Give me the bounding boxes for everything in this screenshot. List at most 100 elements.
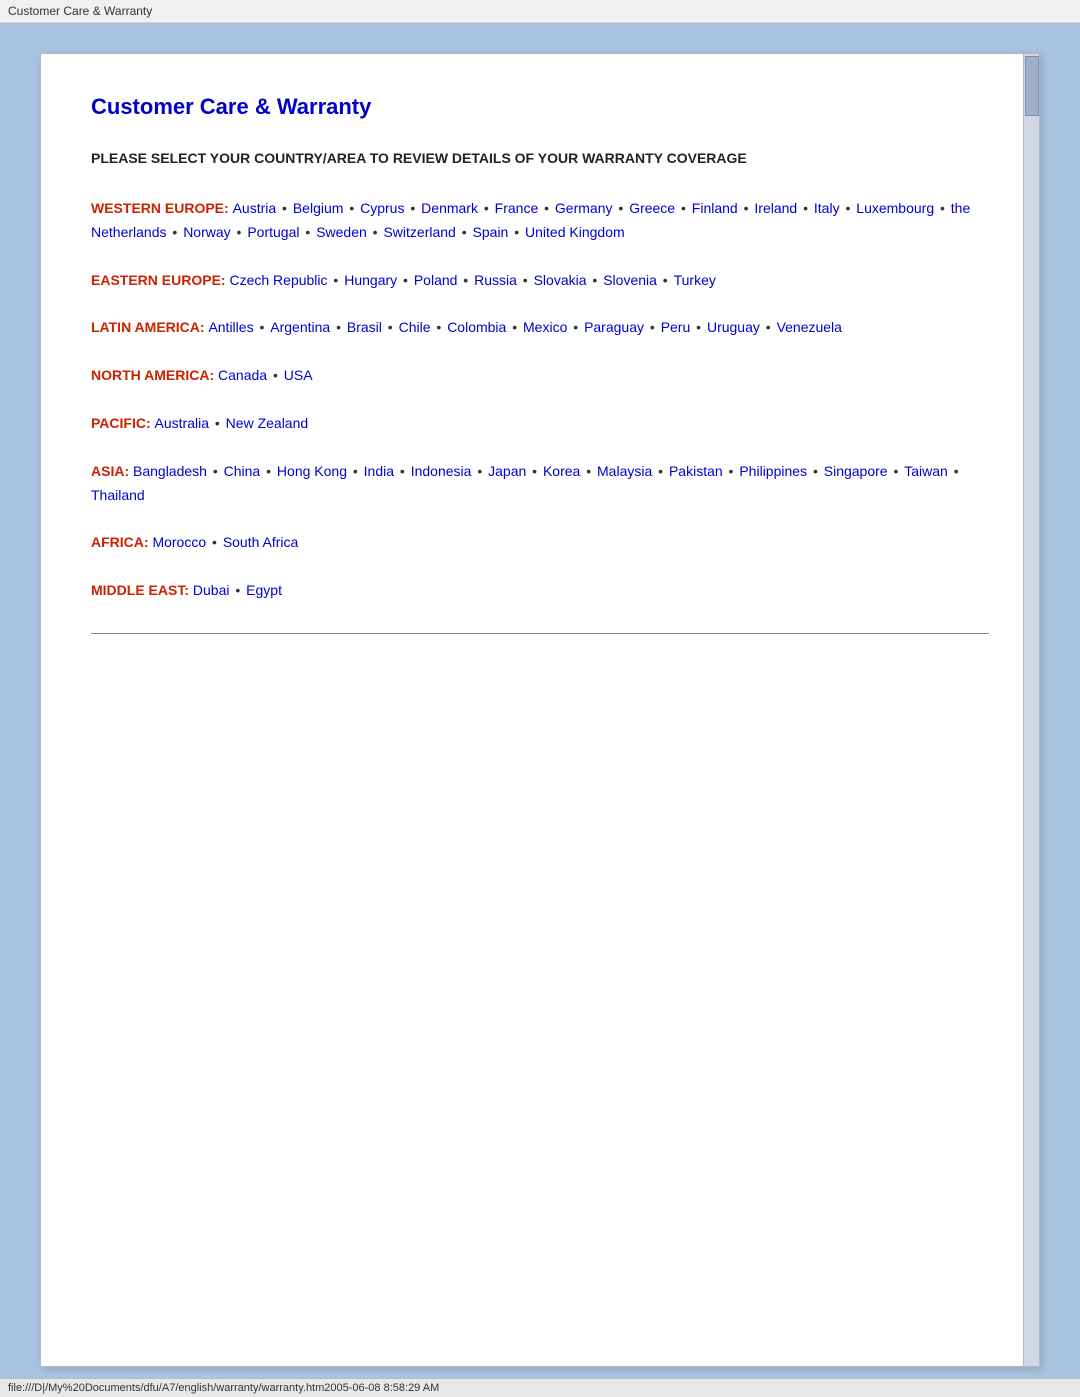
region-asia: ASIA: Bangladesh • China • Hong Kong • I… [91,460,989,508]
country-link-chile[interactable]: Chile [399,319,431,335]
country-link-denmark[interactable]: Denmark [421,200,478,216]
region-label-eastern-europe: EASTERN EUROPE: [91,272,229,288]
country-link-united-kingdom[interactable]: United Kingdom [525,224,625,240]
country-link-india[interactable]: India [364,463,394,479]
country-link-malaysia[interactable]: Malaysia [597,463,652,479]
country-link-portugal[interactable]: Portugal [247,224,299,240]
region-pacific: PACIFIC: Australia • New Zealand [91,412,989,436]
bullet-separator: • [582,463,595,479]
bullet-separator: • [480,200,493,216]
status-bar: file:///D|/My%20Documents/dfu/A7/english… [0,1378,1080,1397]
country-link-turkey[interactable]: Turkey [674,272,716,288]
bullet-separator: • [345,200,358,216]
region-eastern-europe: EASTERN EUROPE: Czech Republic • Hungary… [91,269,989,293]
country-link-thailand[interactable]: Thailand [91,487,145,503]
page-subtitle: PLEASE SELECT YOUR COUNTRY/AREA TO REVIE… [91,148,989,169]
country-link-australia[interactable]: Australia [155,415,209,431]
bullet-separator: • [842,200,855,216]
country-link-venezuela[interactable]: Venezuela [777,319,842,335]
country-link-slovakia[interactable]: Slovakia [534,272,587,288]
country-link-brasil[interactable]: Brasil [347,319,382,335]
bullet-separator: • [692,319,705,335]
bullet-separator: • [589,272,602,288]
country-link-pakistan[interactable]: Pakistan [669,463,723,479]
country-link-switzerland[interactable]: Switzerland [383,224,455,240]
country-link-czech-republic[interactable]: Czech Republic [229,272,327,288]
scrollbar-thumb[interactable] [1025,56,1039,116]
country-link-mexico[interactable]: Mexico [523,319,567,335]
bullet-separator: • [433,319,446,335]
country-link-russia[interactable]: Russia [474,272,517,288]
country-link-bangladesh[interactable]: Bangladesh [133,463,207,479]
country-link-morocco[interactable]: Morocco [152,534,206,550]
bullet-separator: • [677,200,690,216]
country-link-singapore[interactable]: Singapore [824,463,888,479]
bullet-separator: • [510,224,523,240]
country-link-belgium[interactable]: Belgium [293,200,344,216]
country-link-dubai[interactable]: Dubai [193,582,230,598]
country-link-spain[interactable]: Spain [473,224,509,240]
country-link-japan[interactable]: Japan [488,463,526,479]
country-link-philippines[interactable]: Philippines [739,463,807,479]
country-link-finland[interactable]: Finland [692,200,738,216]
country-link-greece[interactable]: Greece [629,200,675,216]
bullet-separator: • [233,224,246,240]
bullet-separator: • [231,582,244,598]
bullet-separator: • [528,463,541,479]
bullet-separator: • [936,200,949,216]
page-title: Customer Care & Warranty [91,94,989,120]
country-link-slovenia[interactable]: Slovenia [603,272,657,288]
country-link-korea[interactable]: Korea [543,463,580,479]
bullet-separator: • [278,200,291,216]
bullet-separator: • [384,319,397,335]
bullet-separator: • [569,319,582,335]
country-link-norway[interactable]: Norway [183,224,230,240]
country-link-indonesia[interactable]: Indonesia [411,463,472,479]
country-link-peru[interactable]: Peru [661,319,691,335]
country-link-canada[interactable]: Canada [218,367,267,383]
region-label-latin-america: LATIN AMERICA: [91,319,208,335]
country-link-taiwan[interactable]: Taiwan [904,463,948,479]
bullet-separator: • [330,272,343,288]
title-bar: Customer Care & Warranty [0,0,1080,23]
bullet-separator: • [256,319,269,335]
country-link-poland[interactable]: Poland [414,272,458,288]
country-link-south-africa[interactable]: South Africa [223,534,299,550]
bullet-separator: • [950,463,959,479]
region-western-europe: WESTERN EUROPE: Austria • Belgium • Cypr… [91,197,989,245]
country-link-argentina[interactable]: Argentina [270,319,330,335]
country-link-hungary[interactable]: Hungary [344,272,397,288]
country-link-uruguay[interactable]: Uruguay [707,319,760,335]
country-link-ireland[interactable]: Ireland [754,200,797,216]
country-link-france[interactable]: France [495,200,539,216]
bullet-separator: • [169,224,182,240]
bullet-separator: • [459,272,472,288]
country-link-sweden[interactable]: Sweden [316,224,367,240]
country-link-usa[interactable]: USA [284,367,313,383]
bullet-separator: • [890,463,903,479]
browser-window: Customer Care & Warranty PLEASE SELECT Y… [40,53,1040,1367]
bullet-separator: • [659,272,672,288]
country-link-austria[interactable]: Austria [233,200,277,216]
bullet-separator: • [519,272,532,288]
country-link-new-zealand[interactable]: New Zealand [226,415,309,431]
region-latin-america: LATIN AMERICA: Antilles • Argentina • Br… [91,316,989,340]
region-label-africa: AFRICA: [91,534,152,550]
country-link-germany[interactable]: Germany [555,200,613,216]
region-label-pacific: PACIFIC: [91,415,155,431]
country-link-antilles[interactable]: Antilles [208,319,253,335]
country-link-china[interactable]: China [224,463,261,479]
country-link-hong-kong[interactable]: Hong Kong [277,463,347,479]
country-link-egypt[interactable]: Egypt [246,582,282,598]
bullet-separator: • [725,463,738,479]
country-link-italy[interactable]: Italy [814,200,840,216]
country-link-cyprus[interactable]: Cyprus [360,200,404,216]
country-link-colombia[interactable]: Colombia [447,319,506,335]
regions-container: WESTERN EUROPE: Austria • Belgium • Cypr… [91,197,989,603]
region-label-north-america: NORTH AMERICA: [91,367,218,383]
bullet-separator: • [332,319,345,335]
bullet-separator: • [458,224,471,240]
country-link-paraguay[interactable]: Paraguay [584,319,644,335]
scrollbar[interactable] [1023,54,1039,1366]
country-link-luxembourg[interactable]: Luxembourg [856,200,934,216]
